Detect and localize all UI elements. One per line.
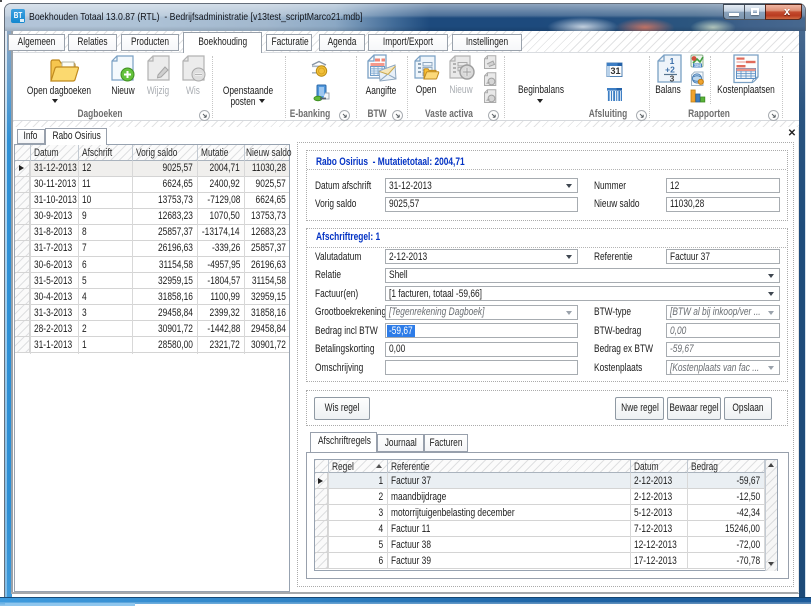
svg-text:3: 3 [670, 74, 675, 84]
svg-text:31: 31 [610, 66, 620, 76]
svg-text:SM: SM [694, 63, 701, 68]
